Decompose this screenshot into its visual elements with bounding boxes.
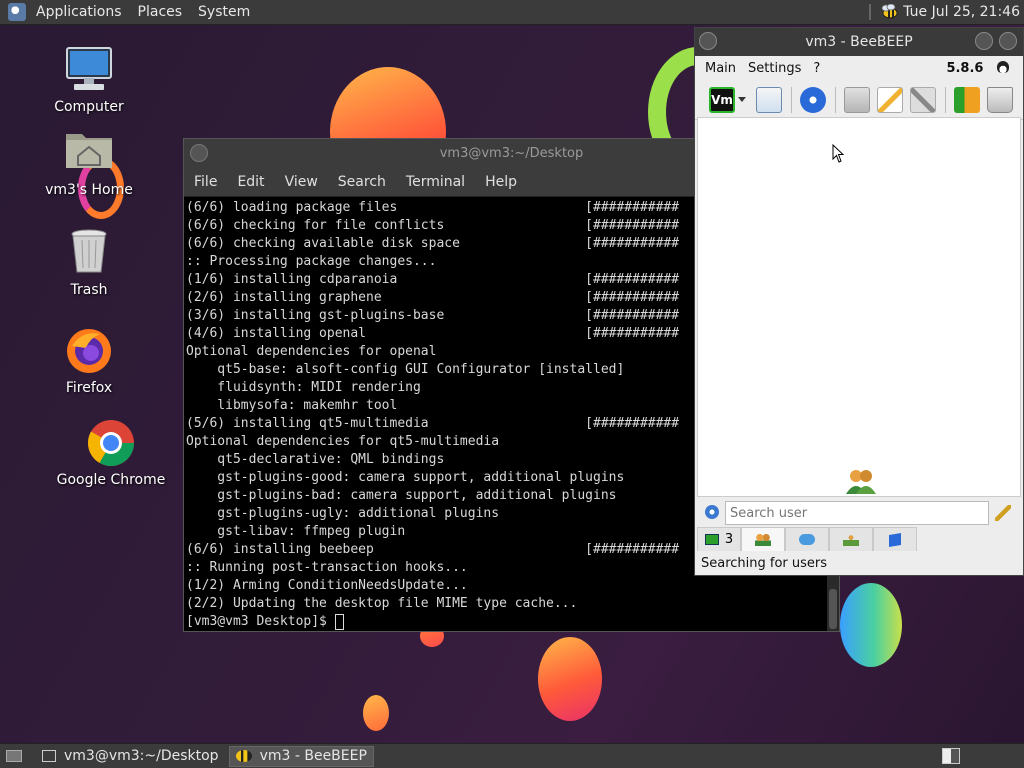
minimize-button[interactable] [975, 32, 993, 50]
bee-tray-icon[interactable] [879, 4, 899, 20]
prompt-text: [vm3@vm3 Desktop]$ [186, 614, 335, 629]
tools-icon[interactable] [910, 86, 936, 113]
group-icon [843, 533, 859, 546]
screen-icon [704, 534, 719, 545]
wallpaper-blob [840, 583, 902, 667]
firefox-icon [64, 326, 114, 376]
toolbar-separator [835, 86, 836, 113]
mouse-cursor-icon [832, 144, 845, 163]
version-label: 5.8.6 [934, 60, 1015, 76]
terminal-menu-edit[interactable]: Edit [227, 174, 274, 190]
tab-users[interactable] [741, 527, 785, 551]
terminal-line: (1/2) Arming ConditionNeedsUpdate... [186, 578, 468, 593]
desktop-icon-home[interactable]: vm3's Home [34, 128, 144, 198]
terminal-title: vm3@vm3:~/Desktop [439, 146, 584, 161]
distro-logo-icon[interactable] [8, 3, 26, 21]
task-label: vm3 - BeeBEEP [259, 748, 367, 764]
menu-places[interactable]: Places [130, 4, 191, 20]
task-beebeep[interactable]: vm3 - BeeBEEP [228, 745, 374, 767]
bee-icon [235, 750, 252, 762]
desktop-icon-label: Trash [70, 282, 108, 298]
top-panel: Applications Places System Tue Jul 25, 2… [0, 0, 1024, 25]
vm-status-icon[interactable]: Vm [709, 86, 735, 113]
tab-online-users[interactable]: 3 [697, 527, 741, 551]
workspace-switcher-icon[interactable] [942, 748, 960, 764]
desktop-icon-label: Google Chrome [56, 472, 166, 488]
desktop-icon-label: Firefox [65, 380, 113, 396]
users-icon [846, 470, 876, 494]
menu-applications[interactable]: Applications [28, 4, 130, 20]
tab-plugins[interactable] [873, 527, 917, 551]
wallpaper-blob [538, 637, 602, 721]
beebeep-title: vm3 - BeeBEEP [805, 34, 913, 50]
desktop-icon-firefox[interactable]: Firefox [34, 326, 144, 396]
text-cursor [334, 613, 344, 630]
computer-icon [64, 45, 114, 95]
toolbar-separator [945, 86, 946, 113]
window-menu-button[interactable] [190, 144, 208, 162]
search-row [697, 499, 1021, 527]
desktop-icon-computer[interactable]: Computer [34, 45, 144, 115]
beebeep-window[interactable]: vm3 - BeeBEEP Main Settings ? 5.8.6 Vm S… [694, 27, 1024, 576]
search-user-input[interactable] [725, 501, 989, 525]
beebeep-menu-help[interactable]: ? [807, 61, 826, 76]
clock[interactable]: Tue Jul 25, 21:46 [903, 4, 1020, 20]
task-terminal[interactable]: vm3@vm3:~/Desktop [36, 746, 225, 767]
beebeep-menu-settings[interactable]: Settings [742, 61, 807, 76]
beebeep-titlebar[interactable]: vm3 - BeeBEEP [695, 28, 1023, 56]
show-desktop-icon[interactable] [6, 750, 22, 762]
window-menu-button[interactable] [699, 32, 717, 50]
gear-icon[interactable] [705, 505, 719, 519]
version-number: 5.8.6 [946, 60, 984, 76]
terminal-menu-search[interactable]: Search [328, 174, 396, 190]
chrome-icon [86, 418, 136, 468]
user-list[interactable] [697, 117, 1021, 497]
terminal-menu-file[interactable]: File [184, 174, 227, 190]
edit-icon[interactable] [877, 86, 903, 113]
home-folder-icon [64, 128, 114, 178]
beebeep-toolbar: Vm [695, 80, 1023, 120]
wallpaper-blob [363, 695, 389, 731]
maximize-button[interactable] [999, 32, 1017, 50]
beebeep-menubar: Main Settings ? 5.8.6 [695, 56, 1023, 80]
terminal-prompt[interactable]: [vm3@vm3 Desktop]$ [186, 613, 825, 631]
taskbar: vm3@vm3:~/Desktop vm3 - BeeBEEP [0, 743, 1024, 768]
flag-icon [889, 532, 901, 547]
tab-groups[interactable] [829, 527, 873, 551]
tab-chats[interactable] [785, 527, 829, 551]
download-icon[interactable] [954, 86, 980, 113]
terminal-line: (2/2) Updating the desktop file MIME typ… [186, 596, 578, 611]
beebeep-tabs: 3 [697, 527, 917, 551]
panel-separator [869, 4, 872, 20]
trash-icon[interactable] [987, 86, 1013, 113]
chevron-down-icon[interactable] [738, 97, 746, 102]
toolbar-separator [791, 86, 792, 113]
terminal-menu-terminal[interactable]: Terminal [396, 174, 475, 190]
terminal-menu-help[interactable]: Help [475, 174, 527, 190]
users-icon [755, 533, 771, 546]
trash-icon [64, 228, 114, 278]
chat-icon [799, 534, 815, 545]
desktop-icon-label: Computer [54, 99, 124, 115]
scrollbar-thumb[interactable] [829, 589, 837, 629]
clear-search-icon[interactable] [995, 505, 1011, 521]
terminal-icon [42, 750, 56, 762]
desktop-icon-trash[interactable]: Trash [34, 228, 144, 298]
task-label: vm3@vm3:~/Desktop [64, 748, 219, 764]
broadcast-icon[interactable] [800, 86, 826, 113]
status-text: Searching for users [701, 556, 828, 571]
notes-icon[interactable] [756, 86, 782, 113]
tux-icon [997, 60, 1009, 73]
desktop-icon-chrome[interactable]: Google Chrome [56, 418, 166, 488]
terminal-menu-view[interactable]: View [275, 174, 328, 190]
beebeep-menu-main[interactable]: Main [695, 61, 742, 76]
message-icon[interactable] [844, 86, 870, 113]
tab-count: 3 [724, 532, 734, 547]
desktop-icon-label: vm3's Home [45, 182, 133, 198]
menu-system[interactable]: System [190, 4, 258, 20]
